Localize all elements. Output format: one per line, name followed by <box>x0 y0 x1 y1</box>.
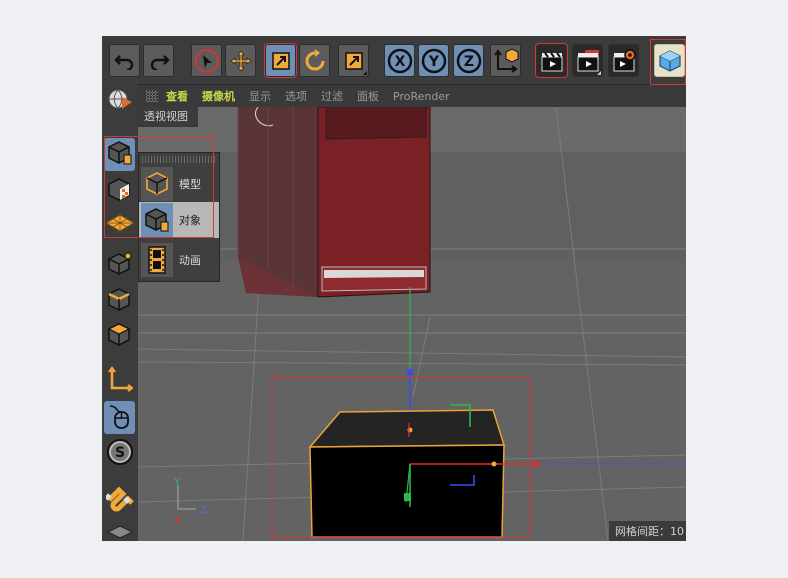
menu-filter[interactable]: 过滤 <box>321 88 343 104</box>
edge-mode-button[interactable] <box>104 285 135 318</box>
magnet-tool-button[interactable] <box>103 484 135 517</box>
viewport-menu-bar: 查看 摄像机 显示 选项 过滤 面板 ProRender <box>138 85 686 107</box>
clapperboard-red-icon <box>575 48 601 74</box>
menu-prorender[interactable]: ProRender <box>393 90 450 103</box>
select-arrow-icon <box>194 48 220 74</box>
scale-icon <box>270 50 292 72</box>
film-strip-icon <box>141 243 173 277</box>
menu-cameras[interactable]: 摄像机 <box>202 88 235 104</box>
x-axis-icon: X <box>387 48 412 73</box>
grid-spacing-readout: 网格间距：10 <box>609 521 686 541</box>
z-axis-lock-button[interactable]: Z <box>453 44 484 77</box>
popup-item-animation[interactable]: 动画 <box>139 242 219 278</box>
make-editable-button[interactable] <box>104 85 135 118</box>
grid-tool-button[interactable] <box>104 524 135 541</box>
popup-item-label: 动画 <box>179 254 201 267</box>
axis-mode-button[interactable] <box>104 364 135 397</box>
cube-primitive-button[interactable] <box>654 44 685 77</box>
mode-palette: S <box>102 84 139 541</box>
svg-text:Y: Y <box>173 477 181 488</box>
point-mode-button[interactable] <box>104 248 135 281</box>
world-axis-icon <box>493 47 519 74</box>
edges-cube-icon <box>107 287 133 317</box>
svg-text:Z: Z <box>463 54 473 70</box>
model-mode-button[interactable] <box>104 138 135 171</box>
snap-button[interactable]: S <box>104 437 135 470</box>
texture-mode-button[interactable] <box>104 175 135 208</box>
object-cube-icon <box>141 203 173 237</box>
workplane-mode-button[interactable] <box>104 208 135 241</box>
model-cube-icon <box>141 167 173 201</box>
popup-grip-handle[interactable] <box>142 156 216 163</box>
mode-popup-menu: 模型 对象 动画 <box>138 152 220 282</box>
selected-box-object[interactable] <box>308 409 506 538</box>
svg-text:X: X <box>174 515 181 526</box>
svg-text:Z: Z <box>200 505 207 516</box>
popup-item-label: 对象 <box>179 214 201 227</box>
popup-item-object[interactable]: 对象 <box>139 202 219 238</box>
menu-display[interactable]: 显示 <box>249 88 271 104</box>
axis-corner-icon <box>107 365 134 396</box>
mouse-icon <box>107 403 133 433</box>
polygon-mode-button[interactable] <box>104 320 135 353</box>
popup-item-model[interactable]: 模型 <box>139 166 219 202</box>
render-to-picture-viewer-button[interactable] <box>572 44 603 77</box>
points-cube-icon <box>107 250 133 280</box>
polygons-cube-icon <box>107 322 133 352</box>
z-axis-icon: Z <box>456 48 481 73</box>
z-axis-handle[interactable] <box>407 369 413 375</box>
menu-options[interactable]: 选项 <box>285 88 307 104</box>
menu-grip-handle[interactable] <box>146 90 158 102</box>
checker-cube-icon <box>107 177 133 207</box>
scale-alt-icon <box>343 50 365 72</box>
redo-icon <box>148 52 170 70</box>
x-axis-lock-button[interactable]: X <box>384 44 415 77</box>
move-tool-button[interactable] <box>225 44 256 77</box>
render-settings-button[interactable] <box>608 44 639 77</box>
perspective-viewport[interactable]: Y X Z 透视视图 网格间距：10 <box>138 107 686 541</box>
view-name-label: 透视视图 <box>138 107 198 127</box>
rotate-tool-button[interactable] <box>299 44 330 77</box>
s-circle-icon: S <box>106 438 134 470</box>
live-select-button[interactable] <box>191 44 222 77</box>
scale-tool-alt-button[interactable] <box>338 44 369 77</box>
cube-icon <box>658 49 682 73</box>
undo-button[interactable] <box>109 44 140 77</box>
rotate-icon <box>303 48 327 73</box>
main-toolbar: X Y Z <box>102 36 686 85</box>
coordinate-system-button[interactable] <box>490 44 521 77</box>
undo-icon <box>113 52 136 70</box>
move-arrows-icon <box>229 49 253 73</box>
grid-icon <box>106 524 133 541</box>
redo-button[interactable] <box>143 44 174 77</box>
scale-tool-button[interactable] <box>264 43 297 78</box>
hanging-cabinet-object[interactable] <box>237 107 431 298</box>
grid-plane-icon <box>104 213 135 237</box>
model-cube-icon <box>107 140 133 170</box>
clapperboard-icon <box>539 48 565 74</box>
viewport-scene: Y X Z <box>138 107 686 541</box>
svg-text:S: S <box>114 445 124 461</box>
svg-text:X: X <box>394 54 405 70</box>
cinema4d-window: X Y Z S 查看 摄像机 显示 选项 过滤 面板 ProRender Y X… <box>102 36 686 541</box>
popup-item-label: 模型 <box>179 178 201 191</box>
globe-icon <box>106 87 134 117</box>
y-axis-lock-button[interactable]: Y <box>418 44 449 77</box>
menu-view[interactable]: 查看 <box>166 88 188 104</box>
menu-panel[interactable]: 面板 <box>357 88 379 104</box>
render-view-button[interactable] <box>535 43 568 78</box>
svg-text:Y: Y <box>427 54 439 70</box>
y-axis-icon: Y <box>421 48 446 73</box>
magnet-icon <box>103 485 134 517</box>
clapperboard-gear-icon <box>611 48 637 74</box>
tweak-mode-button[interactable] <box>104 401 135 434</box>
